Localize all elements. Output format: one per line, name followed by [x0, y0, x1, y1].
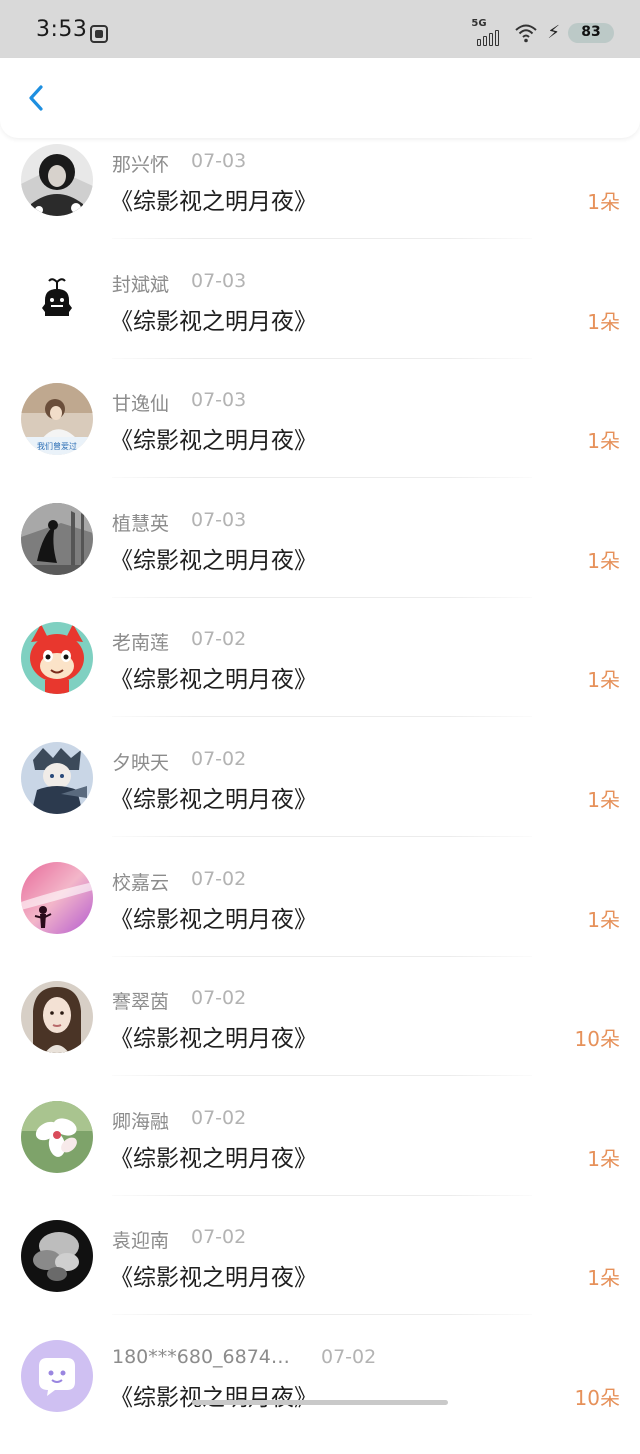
list-item[interactable]: 夕映天 07-02 《综影视之明月夜》 1朵 [0, 736, 640, 856]
date: 07-02 [321, 1345, 377, 1368]
date: 07-03 [191, 269, 247, 292]
user-name: 謇翠茵 [112, 991, 170, 1014]
avatar [21, 263, 93, 336]
wifi-icon [513, 20, 539, 46]
user-name: 封斌斌 [112, 273, 170, 296]
avatar [21, 741, 93, 814]
list-item[interactable]: 老南莲 07-02 《综影视之明月夜》 1朵 [0, 616, 640, 736]
battery-level: 83 [581, 24, 601, 40]
list-item[interactable]: 植慧英 07-03 《综影视之明月夜》 1朵 [0, 497, 640, 617]
divider [112, 955, 532, 957]
book-title: 《综影视之明月夜》 [110, 1026, 317, 1053]
avatar [21, 1220, 93, 1293]
flower-count: 1朵 [587, 1146, 620, 1171]
avatar [21, 502, 93, 575]
user-name: 卿海融 [112, 1110, 170, 1133]
user-name: 植慧英 [112, 512, 170, 535]
home-indicator [192, 1400, 448, 1405]
chevron-left-icon [29, 85, 43, 111]
flower-count: 1朵 [587, 1266, 620, 1291]
book-title: 《综影视之明月夜》 [110, 428, 317, 455]
book-title: 《综影视之明月夜》 [110, 667, 317, 694]
divider [112, 1314, 532, 1316]
status-time: 3:53 [36, 17, 88, 42]
signal-icon: 5G [471, 18, 505, 48]
divider [112, 596, 532, 598]
charging-icon: ⚡ [547, 22, 560, 43]
user-name: 夕映天 [112, 751, 170, 774]
list-item[interactable]: 180***680_6874… 07-02 《综影视之明月夜》 10朵 [0, 1334, 640, 1454]
book-title: 《综影视之明月夜》 [110, 189, 317, 215]
battery-icon: 83 [568, 23, 614, 43]
gift-record-list: 那兴怀 07-03 《综影视之明月夜》 1朵 封斌斌 07-03 《综影视之明月… [0, 138, 640, 1454]
date: 07-02 [191, 747, 247, 770]
date: 07-02 [191, 1226, 247, 1249]
list-item[interactable]: 校嘉云 07-02 《综影视之明月夜》 1朵 [0, 856, 640, 976]
avatar [21, 1339, 93, 1412]
list-item[interactable]: 我们曾爱过 甘逸仙 07-03 《综影视之明月夜》 1朵 [0, 377, 640, 497]
user-name: 180***680_6874… [112, 1345, 290, 1368]
flower-count: 1朵 [587, 668, 620, 693]
status-bar: 3:53 5G ⚡ 83 [0, 0, 640, 58]
flower-count: 1朵 [587, 548, 620, 573]
flower-count: 1朵 [587, 787, 620, 812]
flower-count: 1朵 [587, 429, 620, 454]
divider [112, 1075, 532, 1077]
date: 07-02 [191, 1106, 247, 1129]
network-type: 5G [471, 18, 487, 29]
user-name: 老南莲 [112, 632, 170, 655]
list-item[interactable]: 那兴怀 07-03 《综影视之明月夜》 1朵 [0, 138, 640, 258]
divider [112, 1194, 532, 1196]
list-item[interactable]: 封斌斌 07-03 《综影视之明月夜》 1朵 [0, 258, 640, 378]
flower-count: 10朵 [574, 1385, 620, 1410]
book-title: 《综影视之明月夜》 [110, 1265, 317, 1292]
avatar [21, 1100, 93, 1173]
user-name: 那兴怀 [112, 154, 170, 176]
date: 07-03 [191, 150, 247, 172]
svg-text:我们曾爱过: 我们曾爱过 [37, 441, 77, 451]
flower-count: 1朵 [587, 907, 620, 932]
nav-bar [0, 58, 640, 138]
list-item[interactable]: 謇翠茵 07-02 《综影视之明月夜》 10朵 [0, 975, 640, 1095]
divider [112, 357, 532, 359]
book-title: 《综影视之明月夜》 [110, 547, 317, 574]
date: 07-03 [191, 389, 247, 412]
book-title: 《综影视之明月夜》 [110, 1145, 317, 1172]
avatar [21, 981, 93, 1054]
book-title: 《综影视之明月夜》 [110, 308, 317, 335]
date: 07-02 [191, 987, 247, 1010]
avatar [21, 622, 93, 695]
divider [112, 477, 532, 479]
book-title: 《综影视之明月夜》 [110, 786, 317, 813]
user-name: 甘逸仙 [112, 393, 170, 416]
app-notification-icon [90, 25, 108, 43]
book-title: 《综影视之明月夜》 [110, 1384, 317, 1411]
divider [112, 716, 532, 718]
flower-count: 1朵 [587, 309, 620, 334]
avatar: 我们曾爱过 [21, 383, 93, 456]
divider [112, 835, 532, 837]
divider [112, 238, 532, 239]
avatar [21, 144, 93, 216]
flower-count: 10朵 [574, 1027, 620, 1052]
avatar [21, 861, 93, 934]
status-indicators: 5G ⚡ 83 [471, 18, 614, 48]
list-item[interactable]: 卿海融 07-02 《综影视之明月夜》 1朵 [0, 1095, 640, 1215]
flower-count: 1朵 [587, 190, 620, 214]
back-button[interactable] [18, 76, 62, 120]
date: 07-02 [191, 628, 247, 651]
date: 07-02 [191, 867, 247, 890]
user-name: 袁迎南 [112, 1230, 170, 1253]
date: 07-03 [191, 508, 247, 531]
list-item[interactable]: 袁迎南 07-02 《综影视之明月夜》 1朵 [0, 1214, 640, 1334]
user-name: 校嘉云 [112, 871, 170, 894]
book-title: 《综影视之明月夜》 [110, 906, 317, 933]
